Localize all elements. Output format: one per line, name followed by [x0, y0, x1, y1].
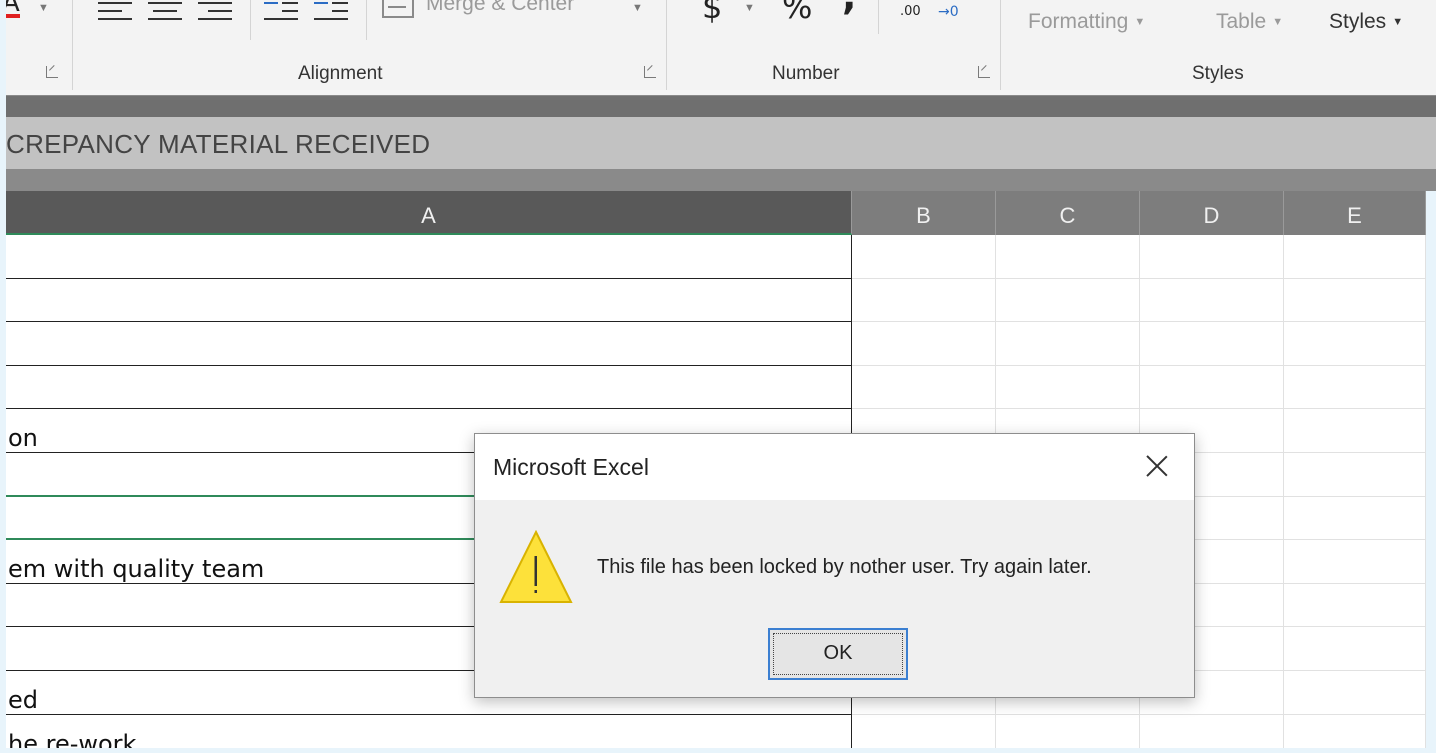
cell-a[interactable]	[6, 235, 852, 279]
align-right-icon[interactable]	[198, 0, 232, 22]
dialog-titlebar: Microsoft Excel	[475, 434, 1194, 500]
sheet-gap-bar	[6, 169, 1436, 191]
column-header-b[interactable]: B	[852, 191, 996, 235]
window-edge	[1426, 191, 1436, 753]
cell-c[interactable]	[996, 235, 1140, 279]
number-group-launcher-icon[interactable]	[978, 66, 990, 78]
font-color-swatch	[6, 14, 20, 18]
format-as-table-label: Table	[1216, 10, 1267, 33]
chevron-down-icon: ▼	[1134, 16, 1146, 29]
window-edge	[0, 748, 1436, 753]
decrease-decimal-button[interactable]: →0	[938, 4, 959, 20]
cell-d[interactable]	[1140, 278, 1284, 323]
warning-icon	[499, 530, 573, 603]
cell-e[interactable]	[1284, 322, 1426, 366]
merge-center-icon[interactable]	[382, 0, 414, 18]
merge-dropdown-icon[interactable]: ▼	[632, 2, 643, 14]
cell-e[interactable]	[1284, 671, 1426, 715]
sheet-title-bar: CREPANCY MATERIAL RECEIVED	[6, 117, 1436, 169]
column-header-e[interactable]: E	[1284, 191, 1426, 235]
merge-center-button[interactable]: Merge & Center	[426, 0, 574, 16]
cell-e[interactable]	[1284, 627, 1426, 671]
number-group-label: Number	[772, 63, 840, 84]
ribbon-separator	[72, 0, 73, 90]
font-color-dropdown-icon[interactable]: ▼	[38, 2, 49, 14]
cell-b[interactable]	[852, 235, 996, 279]
ribbon-separator	[1000, 0, 1001, 90]
cell-a[interactable]	[6, 278, 852, 323]
ribbon: A ▼ Merge & Center ▼ Alignment $ ▼ % , .…	[6, 0, 1436, 95]
chevron-down-icon: ▼	[1392, 16, 1404, 29]
cell-b[interactable]	[852, 365, 996, 410]
cell-a[interactable]	[6, 322, 852, 366]
align-left-icon[interactable]	[98, 0, 132, 22]
currency-dropdown-icon[interactable]: ▼	[744, 2, 755, 14]
decrease-indent-icon[interactable]	[264, 0, 298, 20]
ribbon-bottom-bar	[6, 95, 1436, 118]
close-icon[interactable]	[1143, 452, 1171, 480]
table-row	[6, 278, 1426, 323]
cell-c[interactable]	[996, 278, 1140, 323]
cell-e[interactable]	[1284, 278, 1426, 323]
cell-c[interactable]	[996, 365, 1140, 410]
ribbon-separator	[666, 0, 667, 90]
font-group-launcher-icon[interactable]	[46, 66, 58, 78]
percent-format-button[interactable]: %	[782, 0, 812, 26]
cell-e[interactable]	[1284, 583, 1426, 628]
alignment-group-label: Alignment	[298, 63, 383, 84]
align-center-icon[interactable]	[148, 0, 182, 22]
cell-e[interactable]	[1284, 453, 1426, 497]
cell-e[interactable]	[1284, 540, 1426, 584]
column-headers: A B C D E	[6, 191, 1426, 235]
column-header-d[interactable]: D	[1140, 191, 1284, 235]
cell-d[interactable]	[1140, 365, 1284, 410]
increase-decimal-button[interactable]: .00	[900, 4, 921, 19]
comma-style-button[interactable]: ,	[842, 0, 856, 18]
styles-group-label: Styles	[1192, 63, 1244, 84]
cell-d[interactable]	[1140, 322, 1284, 366]
cell-styles-button[interactable]: Styles ▼	[1329, 10, 1403, 34]
table-row	[6, 322, 1426, 366]
format-as-table-button[interactable]: Table ▼	[1216, 10, 1283, 34]
chevron-down-icon: ▼	[1272, 16, 1284, 29]
column-header-c[interactable]: C	[996, 191, 1140, 235]
cell-b[interactable]	[852, 322, 996, 366]
conditional-formatting-label: Formatting	[1028, 10, 1129, 33]
ribbon-separator	[878, 0, 879, 34]
cell-a[interactable]	[6, 365, 852, 410]
cell-e[interactable]	[1284, 409, 1426, 453]
ribbon-separator	[250, 0, 251, 40]
currency-format-button[interactable]: $	[702, 0, 722, 26]
table-row	[6, 365, 1426, 410]
ok-button[interactable]: OK	[768, 628, 908, 680]
cell-d[interactable]	[1140, 235, 1284, 279]
cell-styles-label: Styles	[1329, 10, 1387, 33]
dialog-title: Microsoft Excel	[493, 454, 649, 480]
column-header-a[interactable]: A	[6, 191, 852, 235]
cell-e[interactable]	[1284, 496, 1426, 541]
cell-b[interactable]	[852, 278, 996, 323]
ribbon-separator	[366, 0, 367, 40]
dialog-message: This file has been locked by nother user…	[597, 556, 1092, 578]
table-row	[6, 235, 1426, 279]
cell-e[interactable]	[1284, 365, 1426, 410]
alignment-group-launcher-icon[interactable]	[644, 66, 656, 78]
message-dialog: Microsoft Excel This file has been locke…	[474, 433, 1195, 698]
sheet-title: CREPANCY MATERIAL RECEIVED	[6, 129, 431, 159]
cell-e[interactable]	[1284, 235, 1426, 279]
conditional-formatting-button[interactable]: Formatting ▼	[1028, 10, 1145, 34]
increase-indent-icon[interactable]	[314, 0, 348, 20]
cell-c[interactable]	[996, 322, 1140, 366]
